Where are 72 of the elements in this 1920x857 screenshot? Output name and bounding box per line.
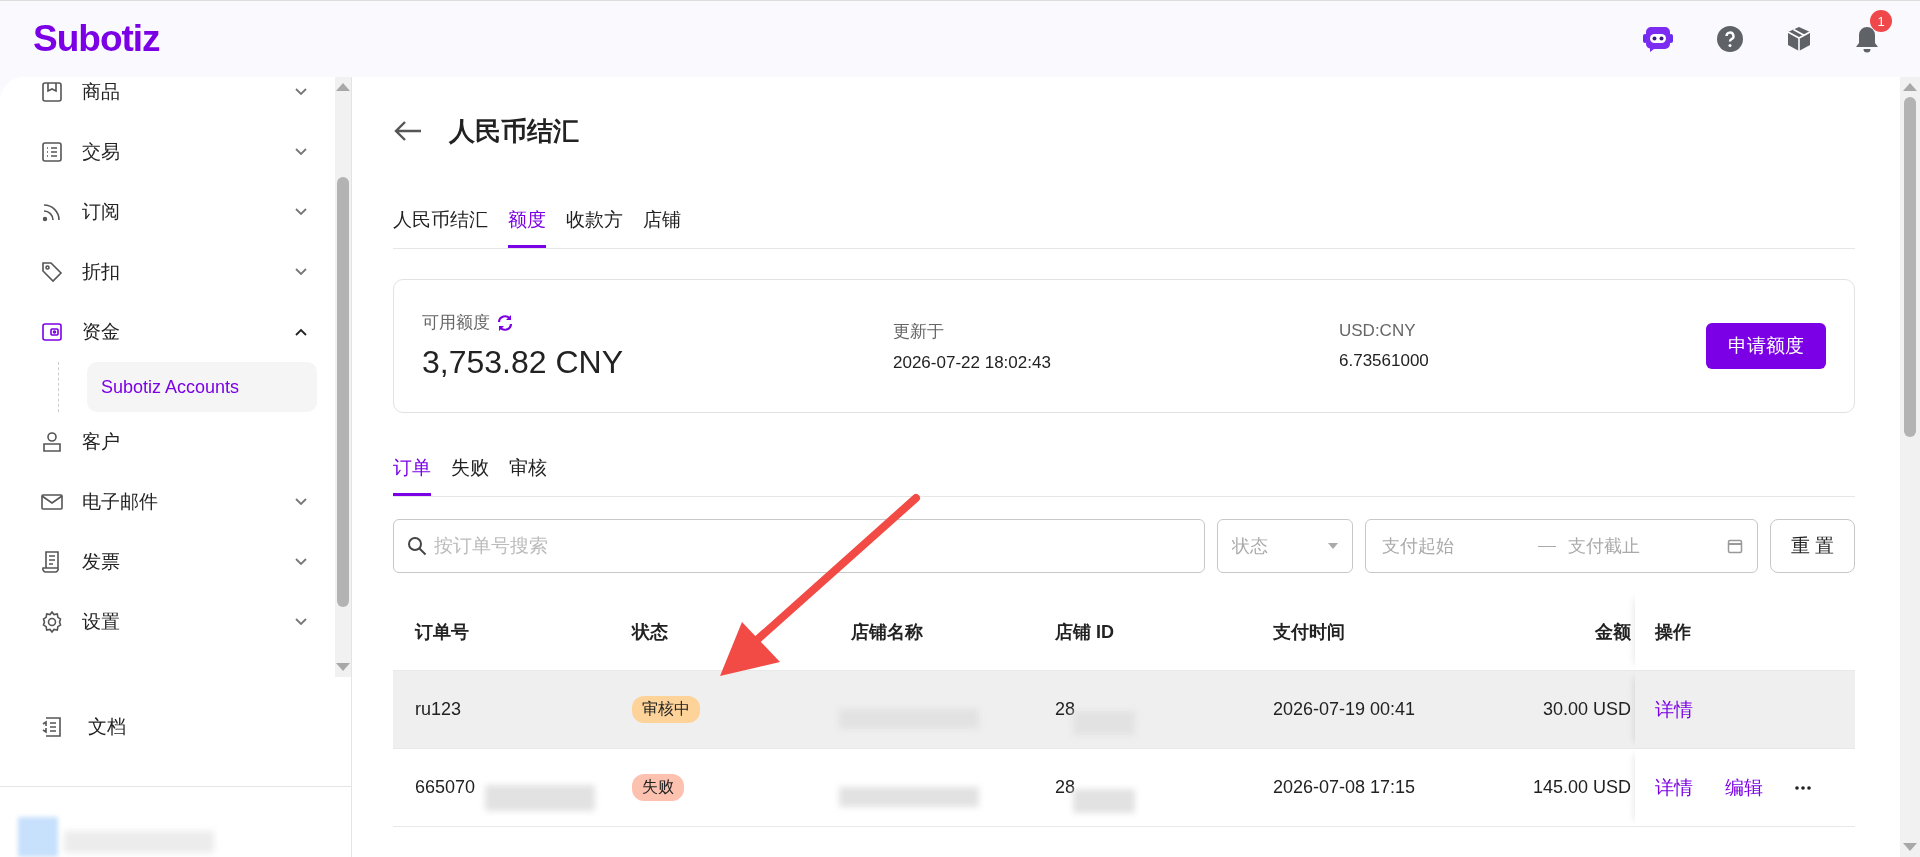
stat-label: USD:CNY [1339,321,1417,341]
table-cell: 665070 [415,777,476,798]
nav-item[interactable]: 客户 [28,412,317,472]
notification-badge: 1 [1870,10,1892,32]
help-icon[interactable] [1716,25,1744,53]
nav-item[interactable]: 设置 [28,592,317,652]
nav-item[interactable]: 订阅 [28,182,317,242]
tag-icon [40,260,64,284]
nav-item[interactable]: 发票 [28,532,317,592]
nav-item[interactable]: 资金 [28,302,317,362]
tab[interactable]: 失败 [451,447,489,496]
tab[interactable]: 订单 [393,447,431,496]
column-header: 金额 [1594,620,1632,644]
caret-icon [1328,543,1338,549]
table-cell-text: 2026-07-08 17:15 [1272,776,1417,799]
table-cell: 28 [1055,777,1076,798]
logo[interactable]: Subotiz [33,18,160,60]
box-icon [40,80,64,104]
status-tag: 审核中 [632,696,700,723]
table-cell: 28 [1055,699,1076,720]
stat-value: 2026-07-22 18:02:43 [893,352,1052,373]
page-title: 人民币结汇 [449,114,579,148]
tab[interactable]: 额度 [508,199,546,248]
column-header: 支付时间 [1272,620,1346,644]
reset-button[interactable]: 重 置 [1770,519,1855,573]
redacted-block [1073,789,1135,813]
search-field[interactable]: 按订单号搜索 [393,519,1205,573]
column-header: 店铺名称 [850,620,924,644]
document-icon [40,715,64,739]
nav-item[interactable]: 折扣 [28,242,317,302]
stat-value: 6.73561000 [1339,351,1430,371]
list-icon [40,140,64,164]
apply-quota-button[interactable]: 申请额度 [1706,323,1826,369]
action-link[interactable]: 详情 [1655,774,1693,801]
column-header: 操作 [1635,593,1855,670]
table-cell-text: 2026-07-19 00:41 [1272,698,1417,721]
table-row[interactable]: ru123 审核中 28 2026-07-19 00:41 30.00 USD 详情 [393,671,1855,749]
status-tag: 失败 [632,774,684,801]
nav-item[interactable]: 商品 [28,62,317,122]
user-icon [40,430,64,454]
nav-item[interactable]: 电子邮件 [28,472,317,532]
back-arrow-icon[interactable] [393,120,423,142]
table-cell: ru123 [415,699,462,720]
column-header: 状态 [630,620,669,644]
nav-item[interactable]: 文档 [28,697,333,757]
search-icon [407,536,427,556]
nav-subitem[interactable]: Subotiz Accounts [87,362,317,412]
column-header: 订单号 [413,620,470,644]
action-link[interactable]: 编辑 [1725,774,1763,801]
package-icon[interactable] [1786,25,1812,53]
column-header: 店铺 ID [1054,620,1115,644]
calendar-icon [1727,538,1743,554]
tab[interactable]: 人民币结汇 [393,199,488,248]
stat-value: 3,753.82 CNY [422,344,624,381]
table-cell-text: 30.00 USD [1541,698,1632,721]
tab[interactable]: 店铺 [643,199,681,248]
stat-label: 可用额度 [422,312,490,334]
more-icon[interactable] [1795,785,1811,790]
table-cell-text: 145.00 USD [1531,776,1632,799]
tab[interactable]: 收款方 [566,199,623,248]
robot-icon[interactable] [1642,24,1674,54]
tab[interactable]: 审核 [509,447,547,496]
bell-icon[interactable] [1854,24,1880,54]
sidebar-scrollbar[interactable] [335,77,351,677]
action-link[interactable]: 详情 [1655,696,1693,723]
page-scrollbar[interactable] [1900,77,1920,857]
nav-item[interactable]: 交易 [28,122,317,182]
gear-icon [40,610,64,634]
wallet-icon [40,320,64,344]
table-row[interactable]: 665070 失败 28 2026-07-08 17:15 145.00 USD 详情 编辑 [393,749,1855,827]
refresh-icon[interactable] [496,313,514,332]
stat-label: 更新于 [893,320,945,343]
